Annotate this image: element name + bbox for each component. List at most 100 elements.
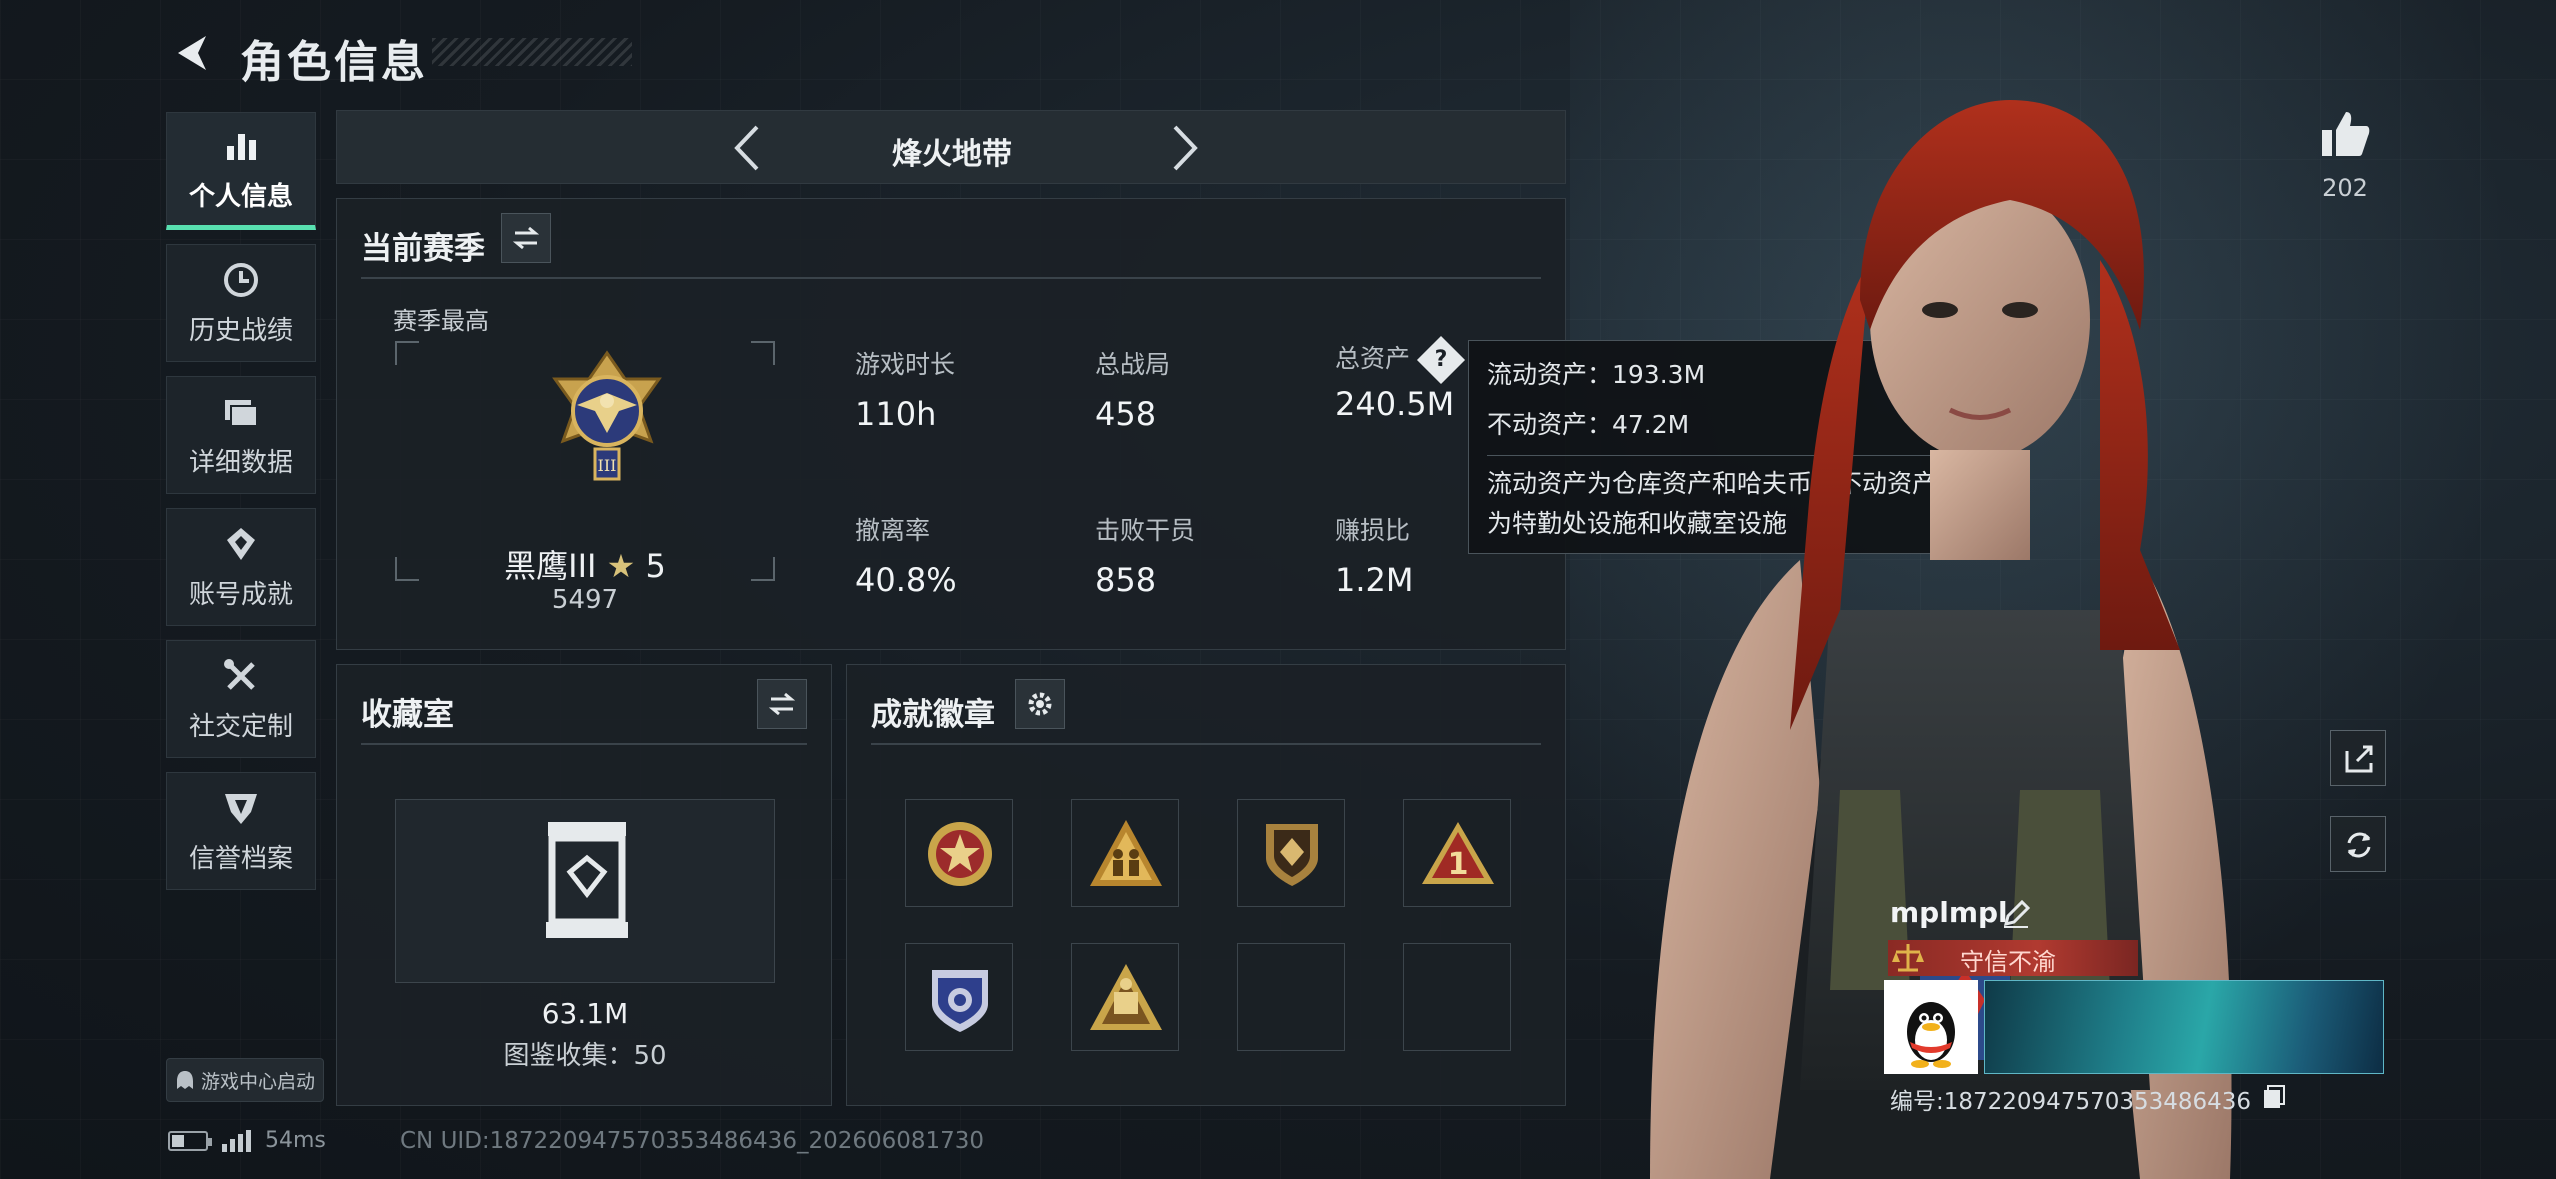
badge-slot[interactable]: [1071, 799, 1179, 907]
share-icon: [2345, 745, 2373, 773]
rank-name: 黑鹰III ★ 5: [395, 541, 775, 587]
divider: [871, 743, 1541, 745]
thumbs-up-icon[interactable]: [2318, 108, 2372, 158]
badge-slot-empty[interactable]: [1403, 943, 1511, 1051]
stat-label: 撤离率: [855, 516, 931, 545]
signal-icon: [222, 1129, 251, 1152]
badge-slot[interactable]: [905, 943, 1013, 1051]
sidebar-nav: 个人信息 历史战绩 详细数据 账号成就 社交定制 信誉档案: [166, 112, 316, 904]
clock-icon: [224, 262, 258, 297]
stat-label: 游戏时长: [855, 350, 956, 379]
nav-label: 历史战绩: [188, 315, 293, 346]
star-emblem-icon: [928, 822, 992, 886]
collection-value: 63.1M: [541, 997, 629, 1030]
back-arrow-icon[interactable]: [168, 30, 214, 76]
ping-text: 54ms: [265, 1128, 326, 1153]
nav-label: 账号成就: [188, 579, 293, 610]
badges-title: 成就徽章: [871, 697, 995, 733]
swap-icon: [512, 226, 540, 250]
copy-icon[interactable]: [2262, 1084, 2286, 1110]
credit-status-text: 守信不渝: [1960, 948, 2056, 976]
stat-label-text: 总资产: [1335, 344, 1411, 373]
qq-penguin-icon: [1907, 1002, 1955, 1068]
share-button[interactable]: [2330, 730, 2386, 786]
shield-diamond-icon: [1266, 824, 1318, 886]
number-one-triangle-icon: 1: [1422, 822, 1494, 884]
stat-extraction-rate: 撤离率 40.8%: [855, 511, 957, 599]
game-center-label: 游戏中心启动: [200, 1070, 315, 1093]
nav-item-credit-record[interactable]: 信誉档案: [166, 772, 316, 890]
nav-item-history[interactable]: 历史战绩: [166, 244, 316, 362]
uid-text: CN UID:18722094757035348​6436_2026060817…: [400, 1128, 985, 1154]
swap-icon: [768, 692, 796, 716]
mode-selector: 烽火地带: [336, 110, 1566, 184]
tools-icon: [224, 658, 255, 690]
collection-switch-button[interactable]: [757, 679, 807, 729]
mode-title: 烽火地带: [892, 137, 1012, 172]
player-banner[interactable]: [1984, 980, 2384, 1074]
pencil-icon[interactable]: [2000, 898, 2032, 930]
svg-text:1: 1: [1448, 847, 1469, 882]
badge-slot[interactable]: 1: [1403, 799, 1511, 907]
rank-stars: 5: [645, 547, 666, 585]
refresh-button[interactable]: [2330, 816, 2386, 872]
title-decoration: [432, 38, 632, 66]
display-case-icon: [546, 822, 628, 938]
stat-total-assets: 总资产 ? 240.5M: [1335, 335, 1466, 423]
nav-item-detailed-data[interactable]: 详细数据: [166, 376, 316, 494]
season-switch-button[interactable]: [501, 213, 551, 263]
qq-avatar[interactable]: [1884, 980, 1978, 1074]
stat-total-matches: 总战局 458: [1095, 345, 1170, 433]
stat-value: 240.5M: [1335, 385, 1455, 423]
nav-label: 个人信息: [188, 181, 293, 212]
badge-slot[interactable]: [1071, 943, 1179, 1051]
stat-label: 击败干员: [1095, 516, 1196, 545]
stat-label: 总战局: [1095, 350, 1171, 379]
chevron-right-icon[interactable]: [1155, 121, 1209, 175]
badge-slot[interactable]: [1237, 799, 1345, 907]
collection-title: 收藏室: [361, 697, 454, 733]
like-count: 202: [2322, 174, 2368, 202]
stat-label: 总资产 ?: [1335, 335, 1466, 385]
stat-operators-defeated: 击败干员 858: [1095, 511, 1195, 599]
achievement-icon: [227, 527, 255, 560]
stat-profit-loss: 赚损比 1.2M: [1335, 511, 1414, 599]
page-title: 角色信息: [240, 37, 428, 88]
credit-scale-icon: [1892, 944, 1924, 972]
folder-icon: [225, 399, 258, 427]
collection-panel[interactable]: 收藏室 63.1M 图鉴收集：50: [336, 664, 832, 1106]
season-title: 当前赛季: [361, 231, 485, 267]
stat-value: 458: [1095, 395, 1157, 433]
rank-score: 5497: [551, 585, 619, 615]
nav-label: 社交定制: [188, 711, 293, 742]
badges-settings-button[interactable]: [1015, 679, 1065, 729]
refresh-icon: [2347, 832, 2371, 858]
rank-eagle-badge-icon: III: [552, 350, 662, 481]
soldiers-triangle-icon: [1090, 820, 1162, 886]
badge-slot-empty[interactable]: [1237, 943, 1345, 1051]
stat-value: 858: [1095, 561, 1157, 599]
stat-value: 110h: [855, 395, 937, 433]
status-bar: 54ms: [168, 1128, 326, 1153]
star-icon: ★: [606, 547, 636, 585]
divider: [361, 277, 1541, 279]
nav-label: 详细数据: [188, 447, 293, 478]
svg-text:III: III: [598, 456, 617, 475]
collection-count: 图鉴收集：50: [503, 1041, 667, 1071]
nav-label: 信誉档案: [188, 843, 293, 874]
help-icon[interactable]: ?: [1416, 335, 1466, 385]
season-panel: 当前赛季 赛季最高 III 黑鹰III ★ 5 5497 游戏时长 110h 总: [336, 198, 1566, 650]
gold-triangle-emblem-icon: [1090, 964, 1162, 1030]
nav-item-achievements[interactable]: 账号成就: [166, 508, 316, 626]
badge-slot[interactable]: [905, 799, 1013, 907]
nav-item-personal-info[interactable]: 个人信息: [166, 112, 316, 230]
nav-item-social-custom[interactable]: 社交定制: [166, 640, 316, 758]
shield-icon: [225, 793, 257, 824]
stat-label: 赚损比: [1335, 516, 1411, 545]
game-center-button[interactable]: 游戏中心启动: [166, 1058, 324, 1102]
police-shield-icon: [932, 970, 988, 1032]
bar-chart-icon: [227, 133, 256, 160]
player-id: 编号:18722094757035348​6436: [1890, 1089, 2252, 1115]
battery-icon: [168, 1130, 212, 1151]
ghost-icon: [176, 1071, 193, 1089]
